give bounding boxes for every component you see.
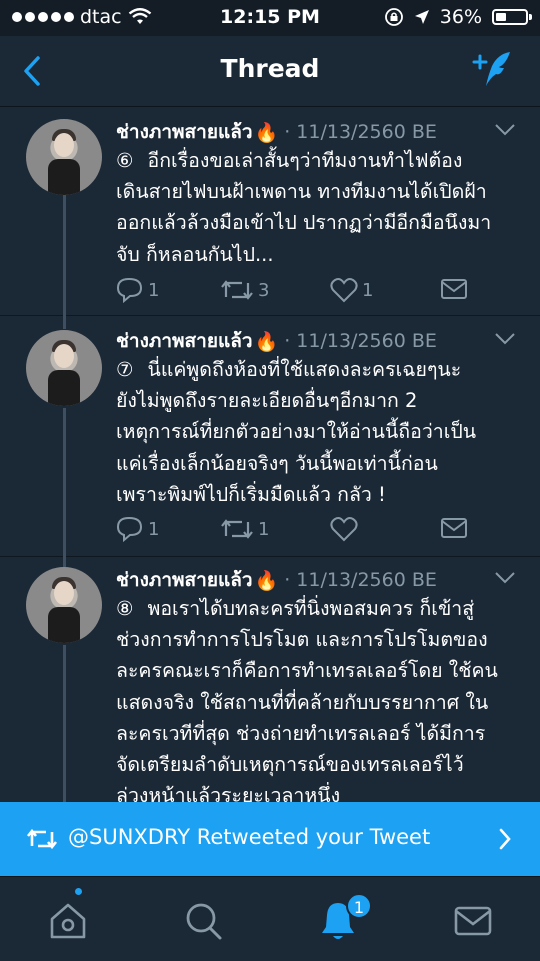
tweet-text-line: จับ ก็หลอนกันไป...	[116, 242, 274, 266]
orientation-lock-icon	[384, 8, 403, 26]
tweet-text-line: ยังไม่พูดถึงรายละเอียดอื่นๆอีกมาก 2	[116, 389, 418, 413]
fire-emoji: 🔥	[254, 330, 279, 353]
tweet[interactable]: ช่างภาพสายแล้ว 🔥 · 11/13/2560 BE ⑧ พอเราไ…	[0, 556, 540, 802]
chevron-down-icon[interactable]	[494, 571, 516, 585]
tweet[interactable]: ช่างภาพสายแล้ว 🔥 · 11/13/2560 BE ⑥ อีกเรื…	[0, 107, 540, 316]
tweet-text-line: แสดงจริง ใช้สถานที่ที่คล้ายกับบรรยากาศ ใ…	[116, 690, 489, 714]
retweet-icon	[26, 828, 58, 850]
page-title: Thread	[220, 54, 320, 83]
reply-button[interactable]: 1	[116, 277, 159, 303]
thread-connector	[63, 315, 66, 329]
chevron-right-icon[interactable]	[498, 828, 512, 850]
tweet-text: ⑧ พอเราได้บทละครที่นิ่งพอสมควร ก็เข้าสู่ …	[116, 593, 521, 802]
tweet-text-line: อีกเรื่องขอเล่าสั้นๆว่าทีมงานทำไฟต้อง	[147, 149, 463, 172]
reply-icon	[116, 277, 143, 303]
tweet-text-line: ละครคณะเราก็คือการทำเทรลเลอร์โดย ใช้คน	[116, 659, 498, 683]
tweet-text-line: แค่เรื่องเล็กน้อยจริงๆ วันนี้พอเท่านี้ก่…	[116, 451, 438, 475]
direct-message-button[interactable]	[440, 516, 468, 540]
retweet-count: 1	[258, 518, 270, 540]
tweet-text-line: ออกแล้วล้วงมือเข้าไป ปรากฏว่ามีอีกมือนึง…	[116, 211, 492, 235]
tweet-number: ⑧	[116, 597, 134, 620]
tweet-text-line: ช่วงการทำการโปรโมต และการโปรโมตของ	[116, 628, 488, 652]
tweet-text-line: ล่วงหน้าแล้วระยะเวลาหนึ่ง	[116, 784, 341, 802]
thread-feed[interactable]: ช่างภาพสายแล้ว 🔥 · 11/13/2560 BE ⑥ อีกเรื…	[0, 107, 540, 802]
tweet-author-name[interactable]: ช่างภาพสายแล้ว	[116, 117, 253, 147]
reply-icon	[116, 516, 143, 542]
like-button[interactable]	[330, 516, 362, 542]
retweet-icon	[221, 280, 253, 300]
fire-emoji: 🔥	[254, 569, 279, 592]
heart-icon	[330, 278, 358, 303]
tweet-text-line: จัดเตรียมลำดับเหตุการณ์ของเทรลเลอร์ไว้	[116, 753, 464, 777]
tweet-text: ⑦ นี่แค่พูดถึงห้องที่ใช้แสดงละครเฉยๆนะ ยั…	[116, 354, 521, 510]
envelope-icon	[441, 518, 467, 538]
tweet-text: ⑥ อีกเรื่องขอเล่าสั้นๆว่าทีมงานทำไฟต้อง เ…	[116, 145, 521, 270]
chevron-down-icon[interactable]	[494, 123, 516, 137]
fire-emoji: 🔥	[254, 121, 279, 144]
location-arrow-icon	[414, 10, 429, 24]
compose-tweet-button[interactable]	[470, 50, 518, 90]
tweet-author-name[interactable]: ช่างภาพสายแล้ว	[116, 565, 253, 595]
retweet-button[interactable]: 1	[220, 516, 269, 542]
tweet-text-line: เพราะพิมพ์ไปก็เริ่มมืดแล้ว กลัว !	[116, 482, 386, 506]
retweet-count: 3	[258, 279, 270, 301]
thread-connector	[63, 408, 66, 556]
tweet-text-line: ละครเวทีที่สุด ช่วงถ่ายทำเทรลเลอร์ ได้มี…	[116, 721, 486, 745]
tweet-text-line: นี่แค่พูดถึงห้องที่ใช้แสดงละครเฉยๆนะ	[147, 358, 462, 381]
direct-message-button[interactable]	[440, 277, 468, 301]
heart-icon	[330, 517, 358, 542]
banner-text: @SUNXDRY Retweeted your Tweet	[68, 825, 431, 849]
tab-home[interactable]	[46, 899, 90, 943]
envelope-icon	[441, 279, 467, 299]
reply-count: 1	[148, 279, 160, 301]
tab-bar: 1	[0, 876, 540, 961]
thread-connector	[63, 195, 66, 315]
tweet-date: · 11/13/2560 BE	[284, 121, 437, 143]
tweet-number: ⑥	[116, 149, 134, 172]
battery-icon	[492, 9, 532, 25]
new-content-dot	[75, 888, 82, 895]
retweet-icon	[221, 519, 253, 539]
tab-messages[interactable]	[451, 899, 495, 943]
retweet-notification-banner[interactable]: @SUNXDRY Retweeted your Tweet	[0, 802, 540, 876]
tweet-date: · 11/13/2560 BE	[284, 330, 437, 352]
like-count: 1	[362, 279, 374, 301]
retweet-button[interactable]: 3	[220, 277, 269, 303]
avatar[interactable]	[26, 330, 102, 406]
tweet-author-name[interactable]: ช่างภาพสายแล้ว	[116, 326, 253, 356]
avatar[interactable]	[26, 567, 102, 643]
tweet-number: ⑦	[116, 358, 134, 381]
thread-connector	[63, 645, 66, 802]
avatar[interactable]	[26, 119, 102, 195]
tweet-date: · 11/13/2560 BE	[284, 569, 437, 591]
tweet[interactable]: ช่างภาพสายแล้ว 🔥 · 11/13/2560 BE ⑦ นี่แค่…	[0, 315, 540, 557]
battery-percent: 36%	[439, 6, 482, 28]
tweet-text-line: พอเราได้บทละครที่นิ่งพอสมควร ก็เข้าสู่	[147, 597, 475, 620]
notification-count-badge: 1	[346, 893, 372, 919]
tweet-text-line: เดินสายไฟบนฝ้าเพดาน ทางทีมงานได้เปิดฝ้า	[116, 180, 487, 204]
tab-search[interactable]	[181, 899, 225, 943]
chevron-down-icon[interactable]	[494, 332, 516, 346]
tweet-text-line: เหตุการณ์ที่ยกตัวอย่างมาให้อ่านนี้ถือว่า…	[116, 420, 477, 444]
reply-count: 1	[148, 518, 160, 540]
reply-button[interactable]: 1	[116, 516, 159, 542]
status-bar: dtac 12:15 PM 36%	[0, 0, 540, 36]
like-button[interactable]: 1	[330, 277, 373, 303]
navigation-bar: Thread	[0, 36, 540, 107]
